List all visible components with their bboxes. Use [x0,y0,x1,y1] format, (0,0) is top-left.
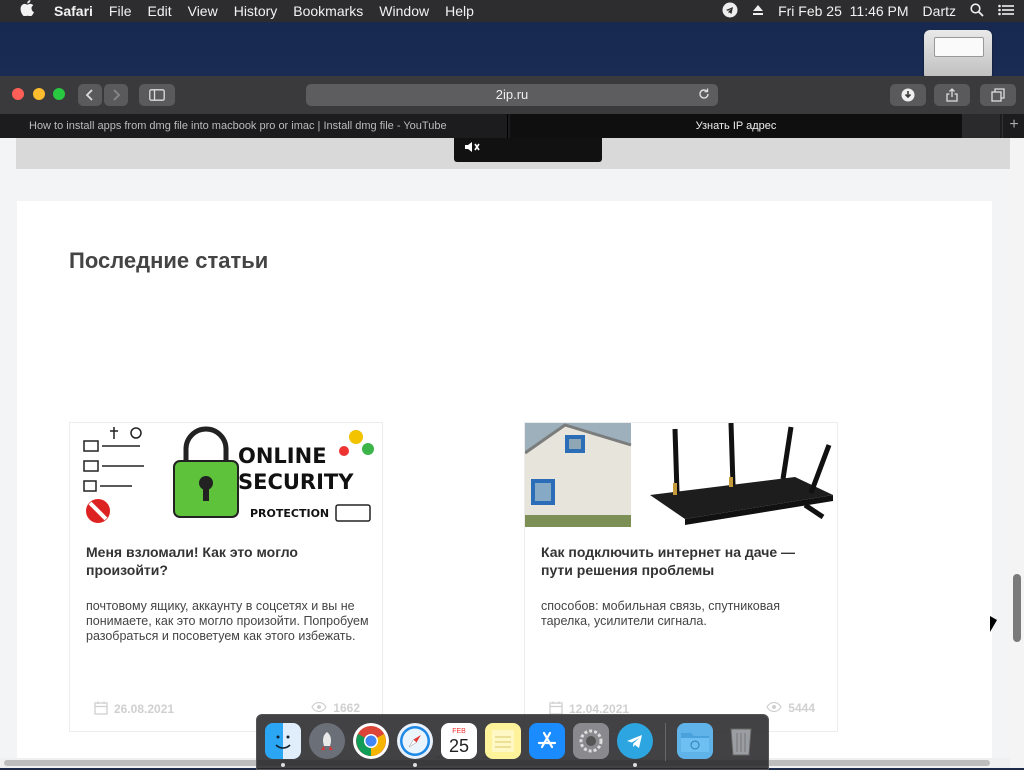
apple-menu-icon[interactable] [0,0,46,23]
excerpt-text: способов: мобильная связь, спутниковая т… [541,599,780,628]
new-tab-button[interactable]: + [1002,114,1024,138]
url-text: 2ip.ru [495,87,529,102]
safari-running-indicator [413,763,417,767]
trash-dock-icon[interactable] [723,723,759,759]
minimize-window-button[interactable] [33,88,45,100]
article-card[interactable]: Как подключить интернет на даче — пути р… [524,422,838,732]
article-excerpt: ... способов: мобильная связь, спутников… [541,591,825,629]
app-store-dock-icon[interactable] [529,723,565,759]
menu-window[interactable]: Window [371,0,437,22]
article-date: 26.08.2021 [94,701,174,716]
telegram-dock-icon[interactable] [617,723,653,759]
section-title: Последние статьи [69,248,269,273]
menu-edit[interactable]: Edit [139,0,179,22]
finder-running-indicator [281,763,285,767]
close-window-button[interactable] [12,88,24,100]
menu-help[interactable]: Help [437,0,482,22]
chrome-dock-icon[interactable] [353,723,389,759]
downloads-button[interactable] [890,84,926,106]
article-excerpt: ... почтовому ящику, аккаунту в соцсетях… [86,591,370,644]
safari-dock-icon[interactable] [397,723,433,759]
menu-file[interactable]: File [101,0,140,22]
excerpt-cut-line: ... [86,591,97,599]
vertical-scrollbar[interactable] [1010,138,1024,768]
article-views: 1662 [311,701,360,715]
forward-button[interactable] [104,84,128,106]
dock-divider [665,723,666,761]
article-image-online-security[interactable]: ONLINE SECURITY PROTECTION [70,423,382,527]
calendar-day: 25 [448,735,470,756]
mute-icon[interactable] [464,140,480,157]
tab-bar: How to install apps from dmg file into m… [0,114,1024,138]
eye-icon [766,701,782,713]
image-text-online: ONLINE [238,444,327,468]
share-button[interactable] [934,84,970,106]
eye-icon [311,701,327,713]
sidebar-toggle-button[interactable] [139,84,175,106]
menu-bar: Safari File Edit View History Bookmarks … [0,0,1024,22]
finder-dock-icon[interactable] [265,723,301,759]
calendar-icon [549,701,563,715]
tab-youtube[interactable]: How to install apps from dmg file into m… [0,114,508,138]
calendar-month: FEB [452,727,466,735]
notification-center-icon[interactable] [998,3,1014,19]
show-tabs-button[interactable] [980,84,1016,106]
menu-user[interactable]: Dartz [923,3,956,19]
excerpt-cut-line: ... [541,591,552,599]
vertical-scrollbar-thumb[interactable] [1013,574,1021,642]
article-views-text: 5444 [788,701,815,715]
tab-bar-spacer [962,114,1000,138]
calendar-icon [94,701,108,715]
image-text-protection: PROTECTION [250,507,329,520]
browser-toolbar: 2ip.ru [0,76,1024,115]
launchpad-dock-icon[interactable] [309,723,345,759]
safari-window: 2ip.ru How to install apps from dmg file… [0,76,1024,768]
article-title[interactable]: Как подключить интернет на даче — пути р… [541,543,825,579]
calendar-dock-icon[interactable]: FEB 25 [441,723,477,759]
menu-history[interactable]: History [226,0,286,22]
hard-drive-icon[interactable] [924,30,992,80]
menu-view[interactable]: View [180,0,226,22]
telegram-running-indicator [633,763,637,767]
article-views-text: 1662 [333,701,360,715]
menu-app-name[interactable]: Safari [46,0,101,22]
article-image-dacha-router[interactable] [525,423,837,527]
zoom-window-button[interactable] [53,88,65,100]
excerpt-text: почтовому ящику, аккаунту в соцсетях и в… [86,599,369,643]
downloads-folder-dock-icon[interactable] [677,723,713,759]
web-page: Последние статьи ONLINE SECURITY PROTECT… [0,138,1010,768]
article-date-text: 26.08.2021 [114,702,175,716]
mouse-cursor [990,616,997,632]
eject-icon[interactable] [752,3,764,19]
menu-clock[interactable]: Fri Feb 25 11:46 PM [778,3,908,19]
article-title[interactable]: Меня взломали! Как это могло произойти? [86,543,370,579]
notes-dock-icon[interactable] [485,723,521,759]
spotlight-search-icon[interactable] [970,2,984,20]
article-views: 5444 [766,701,815,715]
back-button[interactable] [78,84,102,106]
telegram-status-icon[interactable] [722,2,738,21]
address-bar[interactable]: 2ip.ru [306,84,718,106]
video-player[interactable] [454,138,602,162]
article-card[interactable]: ONLINE SECURITY PROTECTION Меня взломали… [69,422,383,732]
system-preferences-dock-icon[interactable] [573,723,609,759]
tab-2ip[interactable]: Узнать IP адрес [510,114,962,138]
menu-bookmarks[interactable]: Bookmarks [285,0,371,22]
reload-icon[interactable] [698,84,710,106]
dock: FEB 25 [256,714,769,770]
image-text-security: SECURITY [238,470,354,494]
